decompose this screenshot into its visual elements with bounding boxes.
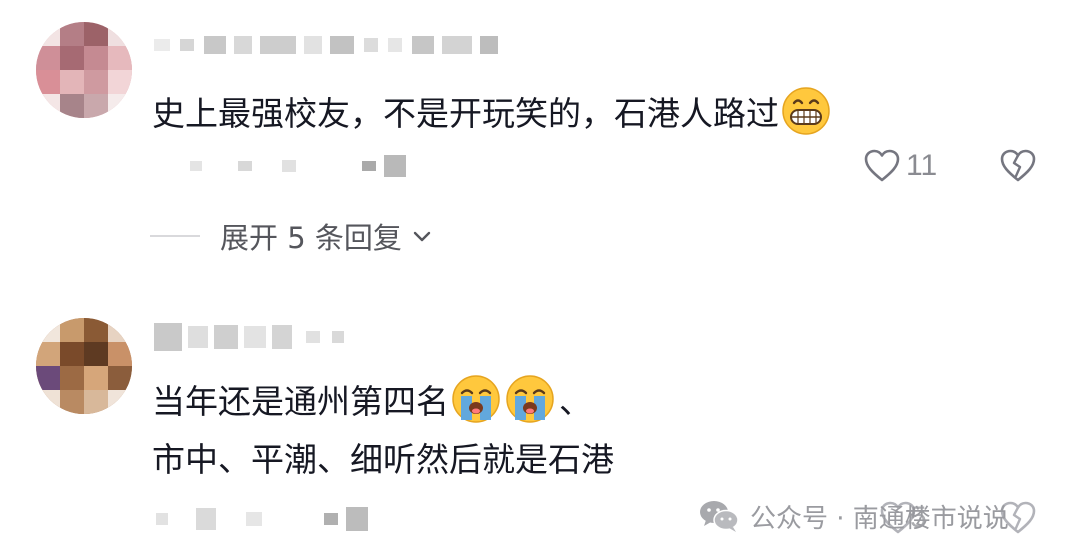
chevron-down-icon — [410, 224, 434, 248]
avatar[interactable] — [36, 22, 132, 118]
broken-heart-icon — [998, 146, 1038, 186]
like-count: 11 — [906, 149, 938, 182]
comment-text-content: 当年还是通州第四名 — [152, 382, 449, 421]
watermark: 公众号 · 南通楼市说说 — [698, 496, 1009, 536]
expand-replies-button[interactable]: 展开 5 条回复 — [150, 218, 434, 255]
divider-line — [150, 235, 200, 237]
wechat-icon — [698, 498, 740, 534]
comment-text-content: 市中、平潮、细听然后就是石港 — [152, 440, 614, 479]
watermark-label: 公众号 · 南通楼市说说 — [750, 503, 1009, 534]
dislike-button[interactable] — [998, 146, 1040, 186]
comment-text: 史上最强校友，不是开玩笑的，石港人路过 — [152, 86, 831, 145]
avatar[interactable] — [36, 318, 132, 414]
grinning-face-emoji — [781, 86, 831, 145]
username-mosaic[interactable] — [154, 322, 344, 352]
comment-item: 史上最强校友，不是开玩笑的，石港人路过 11 展开 5 条回复 — [0, 0, 1080, 270]
comment-text-line-2: 市中、平潮、细听然后就是石港 — [152, 440, 614, 480]
expand-replies-label: 展开 5 条回复 — [220, 221, 402, 255]
comment-text-content: 史上最强校友，不是开玩笑的，石港人路过 — [152, 94, 779, 133]
comment-text-suffix: 、 — [559, 382, 592, 421]
username-mosaic[interactable] — [154, 34, 498, 56]
like-button[interactable]: 11 — [862, 146, 942, 186]
timestamp-mosaic — [156, 506, 368, 532]
heart-outline-icon — [862, 146, 902, 186]
comment-text-line-1: 当年还是通州第四名 、 — [152, 374, 592, 433]
crying-face-emoji — [505, 374, 555, 433]
timestamp-mosaic — [190, 154, 406, 178]
crying-face-emoji — [451, 374, 501, 433]
